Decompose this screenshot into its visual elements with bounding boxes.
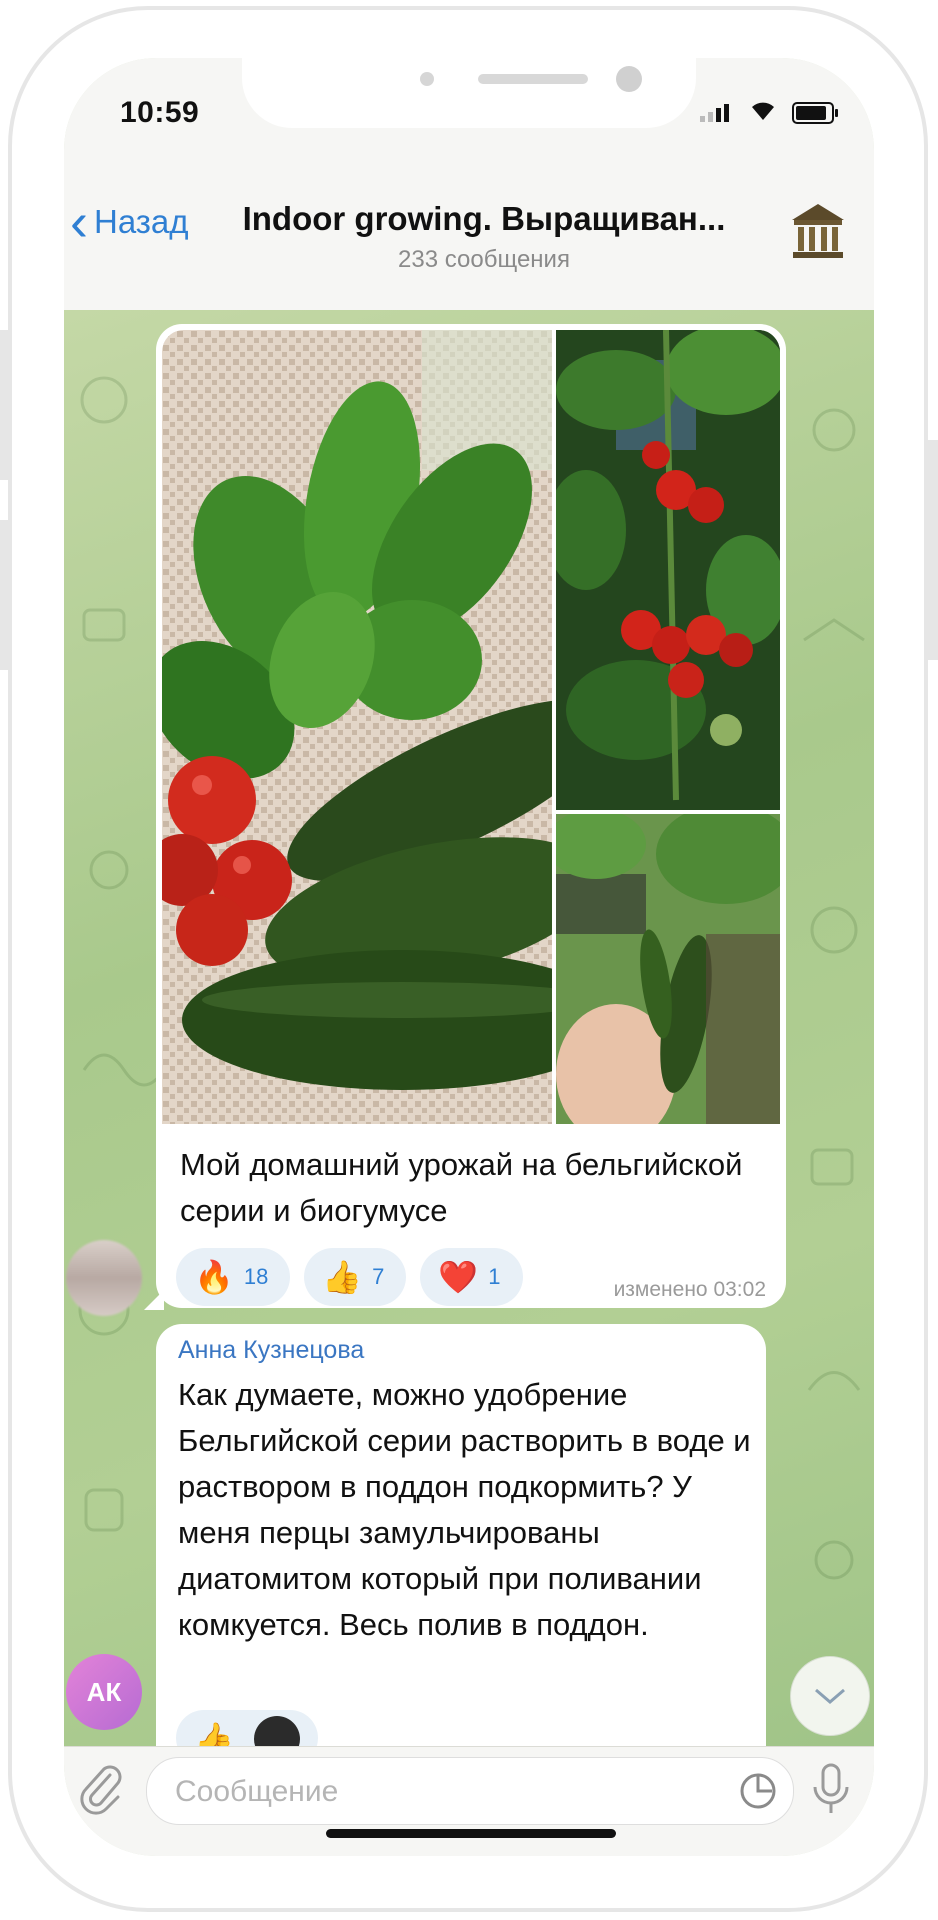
cucumber-plant-photo[interactable] [556,814,780,1124]
edited-timestamp: изменено 03:02 [613,1278,766,1301]
reaction-count: 1 [488,1264,501,1289]
reaction-thumbs-up[interactable]: 👍 7 [304,1248,407,1306]
paperclip-icon[interactable] [76,1761,126,1815]
message-input[interactable] [173,1770,717,1814]
reaction-heart[interactable]: ❤️ 1 [420,1248,523,1306]
sensor-dot [420,72,434,86]
sender-name[interactable]: Анна Кузнецова [178,1336,364,1365]
home-indicator[interactable] [326,1829,616,1838]
chat-header: ‹ Назад Indoor growing. Выращиван... 233… [64,178,874,311]
cherry-tomato-plant-photo[interactable] [556,330,780,810]
front-camera [616,66,642,92]
wifi-icon [748,98,778,129]
chevron-left-icon: ‹ [70,192,88,252]
photo-album-message[interactable]: Мой домашний урожай на бельгийской серии… [156,324,786,1308]
status-time: 10:59 [120,96,200,129]
back-button[interactable]: ‹ Назад [70,192,189,252]
chat-subtitle: 233 сообщения [398,246,570,273]
reaction-thumbs-up[interactable]: 👍 [176,1710,318,1746]
message-field[interactable] [146,1757,794,1825]
reaction-count: 18 [243,1264,269,1289]
reactions-bar: 🔥 18 👍 7 ❤️ 1 [176,1248,523,1306]
reactor-avatar [254,1716,300,1746]
harvest-photo[interactable] [162,330,552,1124]
bank-building-icon[interactable] [790,200,846,262]
heart-icon: ❤️ [438,1259,479,1295]
chat-area[interactable]: Мой домашний урожай на бельгийской серии… [64,310,874,1746]
status-bar: 10:59 [64,58,874,178]
notch [242,58,696,128]
chevron-down-icon [815,1688,845,1704]
avatar[interactable]: АК [66,1654,142,1730]
reaction-fire[interactable]: 🔥 18 [176,1248,291,1306]
fire-icon: 🔥 [194,1259,234,1295]
microphone-icon[interactable] [806,1761,856,1817]
signal-icon [700,104,732,122]
battery-icon [792,102,838,124]
avatar[interactable] [66,1240,142,1316]
reaction-count: 7 [372,1264,385,1289]
thumbs-up-icon: 👍 [194,1721,234,1746]
text-message[interactable]: Анна Кузнецова Как думаете, можно удобре… [156,1324,766,1746]
speaker [478,74,588,84]
back-label: Назад [93,203,189,240]
phone-screen: 10:59 ‹ Назад Indoor growing. Выращиван.… [64,58,874,1856]
message-text: Как думаете, можно удобрение Бельгийской… [178,1377,751,1642]
side-button [928,440,938,660]
scroll-down-button[interactable] [790,1656,870,1736]
chat-title[interactable]: Indoor growing. Выращиван... [234,200,734,238]
thumbs-up-icon: 👍 [322,1259,363,1295]
side-button [0,330,10,480]
sticker-icon[interactable] [739,1772,777,1810]
photo-caption: Мой домашний урожай на бельгийской серии… [180,1147,743,1228]
message-input-bar [64,1746,874,1856]
side-button [0,520,10,670]
